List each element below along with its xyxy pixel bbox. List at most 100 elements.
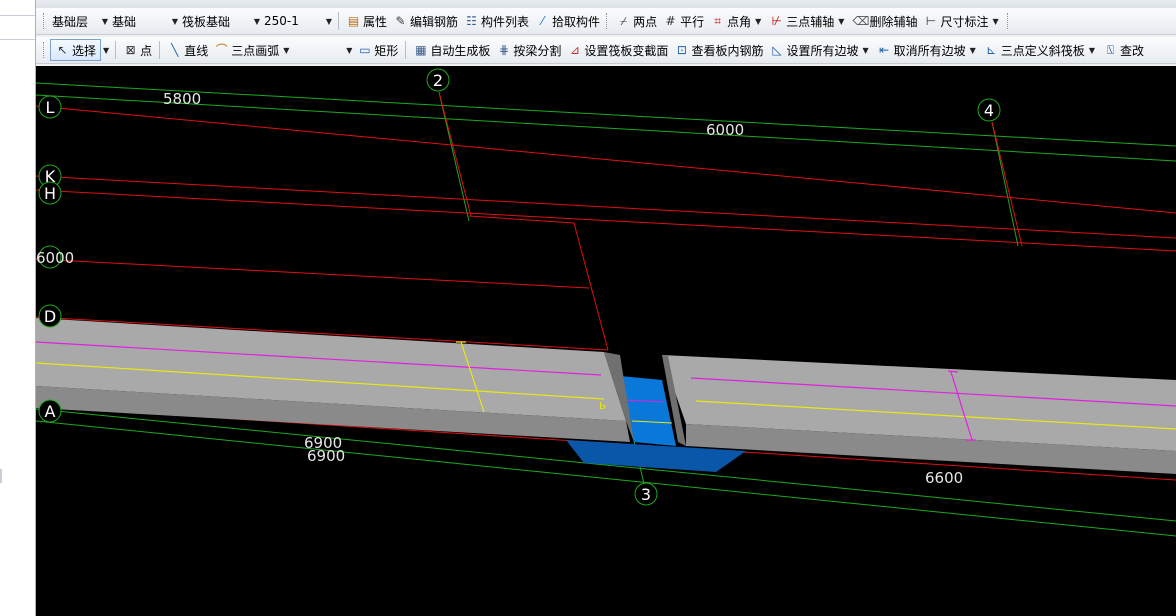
toolbar-separator — [115, 41, 117, 59]
dropdown-arrow-icon[interactable]: ▼ — [101, 46, 111, 55]
axis-letter-label: H — [44, 184, 56, 203]
drawing-canvas[interactable]: Ь 2 3 4 L K H D A 5800 6000 6000 6900 69… — [36, 66, 1176, 616]
dropdown-arrow-icon[interactable]: ▼ — [1087, 46, 1097, 55]
split-by-beam-label: 按梁分割 — [513, 43, 562, 58]
parallel-button[interactable]: # 平行 — [660, 11, 707, 31]
cancel-slopes-label: 取消所有边坡 — [893, 43, 966, 58]
dropdown-arrow-icon[interactable]: ▼ — [990, 17, 1000, 26]
axis-line-H — [36, 189, 1176, 252]
side-panel-handle[interactable] — [0, 469, 2, 483]
floor-select-value: 基础层 — [52, 14, 89, 29]
toolbar-draw: ↖ 选择 ▼ ⊠ 点 ╲ 直线 ⌒ 三点画弧 ▼ ▼ ▭ 矩形 ▦ 自动生成板 … — [36, 37, 1176, 64]
split-by-beam-button[interactable]: ⋕ 按梁分割 — [493, 40, 564, 60]
toolbar-grip[interactable] — [43, 42, 47, 58]
component-type-select[interactable]: 筏板基础 ▼ — [180, 13, 262, 30]
component-select[interactable]: 250-1 ▼ — [262, 13, 334, 30]
set-slopes-button[interactable]: ◺ 设置所有边坡 ▼ — [766, 40, 873, 60]
chevron-down-icon: ▼ — [346, 45, 353, 55]
eyedropper-icon: ⁄ — [541, 14, 544, 28]
select-label: 选择 — [72, 43, 97, 58]
edit-rebar-label: 编辑钢筋 — [410, 14, 459, 29]
dimension-icon: ⊢ — [925, 14, 937, 28]
dropdown-arrow-icon[interactable]: ▼ — [968, 46, 978, 55]
section-icon: ⊿ — [569, 43, 580, 57]
category-select-value: 基础 — [112, 14, 137, 29]
point-angle-icon: ⌗ — [714, 14, 721, 28]
split-icon: ⋕ — [498, 43, 509, 57]
check-button[interactable]: ⍂ 查改 — [1100, 40, 1147, 60]
floor-select[interactable]: 基础层 ▼ — [50, 13, 110, 30]
dropdown-arrow-icon[interactable]: ▼ — [836, 17, 846, 26]
two-points-label: 两点 — [633, 14, 658, 29]
side-panel — [0, 0, 36, 616]
toolbar-grip[interactable] — [43, 13, 47, 29]
select-button[interactable]: ↖ 选择 — [50, 39, 102, 61]
dropdown-arrow-icon[interactable]: ▼ — [860, 46, 870, 55]
three-point-aux-button[interactable]: ⊬ 三点辅轴 ▼ — [766, 11, 849, 31]
drawing-viewport[interactable]: Ь 2 3 4 L K H D A 5800 6000 6000 6900 69… — [36, 66, 1176, 616]
side-panel-divider — [0, 39, 35, 40]
axis-line-L — [36, 105, 1176, 214]
toolbar-grip[interactable] — [1006, 13, 1011, 29]
auto-slab-button[interactable]: ▦ 自动生成板 — [410, 40, 493, 60]
component-type-select-value: 筏板基础 — [182, 14, 231, 29]
toolbar-component: 基础层 ▼ 基础 ▼ 筏板基础 ▼ 250-1 ▼ ▤ 属性 ✎ 编辑钢筋 ☷ … — [36, 8, 1176, 35]
cursor-icon: ↖ — [57, 43, 68, 57]
draw-mode-select[interactable]: ▼ — [294, 42, 354, 59]
check-label: 查改 — [1119, 43, 1144, 58]
axis-letter-label: D — [44, 307, 56, 326]
view-rebar-button[interactable]: ⊡ 查看板内钢筋 — [671, 40, 766, 60]
properties-label: 属性 — [363, 14, 388, 29]
two-points-button[interactable]: ⌿ 两点 — [613, 11, 660, 31]
chevron-down-icon: ▼ — [171, 16, 178, 26]
delete-aux-label: 删除辅轴 — [869, 14, 918, 29]
dimension-label: 6000 — [706, 121, 744, 139]
axis-line — [36, 258, 590, 289]
side-panel-divider — [0, 15, 35, 16]
axis-number-label: 3 — [641, 485, 651, 504]
delete-aux-button[interactable]: ⌫ 删除辅轴 — [849, 11, 920, 31]
axis-letter-label: L — [46, 98, 55, 117]
axis-line — [468, 215, 575, 224]
axis-number-label: 2 — [433, 71, 443, 90]
cancel-slopes-button[interactable]: ⇤ 取消所有边坡 ▼ — [874, 40, 981, 60]
line-label: 直线 — [184, 43, 209, 58]
point-angle-label: 点角 — [727, 14, 752, 29]
toolbar-grip[interactable] — [606, 13, 610, 29]
pen-icon: ✎ — [395, 14, 406, 28]
parallel-icon: # — [665, 14, 676, 28]
dropdown-arrow-icon[interactable]: ▼ — [753, 17, 763, 26]
arc-button[interactable]: ⌒ 三点画弧 ▼ — [211, 40, 294, 60]
cancel-slope-icon: ⇤ — [879, 43, 890, 57]
grid-line — [36, 94, 1176, 162]
eraser-icon: ⌫ — [852, 14, 870, 28]
set-slopes-label: 设置所有边坡 — [786, 43, 859, 58]
axis-line-4 — [991, 121, 1023, 247]
properties-icon: ▤ — [347, 14, 360, 28]
point-angle-button[interactable]: ⌗ 点角 ▼ — [707, 11, 766, 31]
set-section-button[interactable]: ⊿ 设置筏板变截面 — [564, 40, 671, 60]
three-point-slope-button[interactable]: ⊾ 三点定义斜筏板 ▼ — [981, 40, 1100, 60]
chevron-down-icon: ▼ — [101, 16, 108, 26]
chevron-down-icon: ▼ — [253, 16, 260, 26]
three-point-aux-label: 三点辅轴 — [786, 14, 835, 29]
grid-line — [991, 121, 1019, 247]
component-list-label: 构件列表 — [481, 14, 530, 29]
pick-component-button[interactable]: ⁄ 拾取构件 — [532, 11, 603, 31]
dimension-button[interactable]: ⊢ 尺寸标注 ▼ — [920, 11, 1003, 31]
properties-button[interactable]: ▤ 属性 — [343, 11, 390, 31]
three-point-slope-label: 三点定义斜筏板 — [1000, 43, 1085, 58]
line-icon: ╲ — [171, 43, 179, 57]
edit-rebar-button[interactable]: ✎ 编辑钢筋 — [390, 11, 461, 31]
set-section-label: 设置筏板变截面 — [584, 43, 669, 58]
inclined-slab-icon: ⊾ — [986, 43, 997, 57]
grid-icon: ▦ — [415, 43, 427, 57]
dropdown-arrow-icon[interactable]: ▼ — [281, 46, 291, 55]
line-button[interactable]: ╲ 直线 — [164, 40, 211, 60]
check-icon: ⍂ — [1106, 43, 1115, 57]
point-button[interactable]: ⊠ 点 — [120, 40, 155, 60]
rect-button[interactable]: ▭ 矩形 — [354, 40, 401, 60]
axis-line — [573, 222, 609, 351]
component-list-button[interactable]: ☷ 构件列表 — [461, 11, 532, 31]
category-select[interactable]: 基础 ▼ — [110, 13, 180, 30]
